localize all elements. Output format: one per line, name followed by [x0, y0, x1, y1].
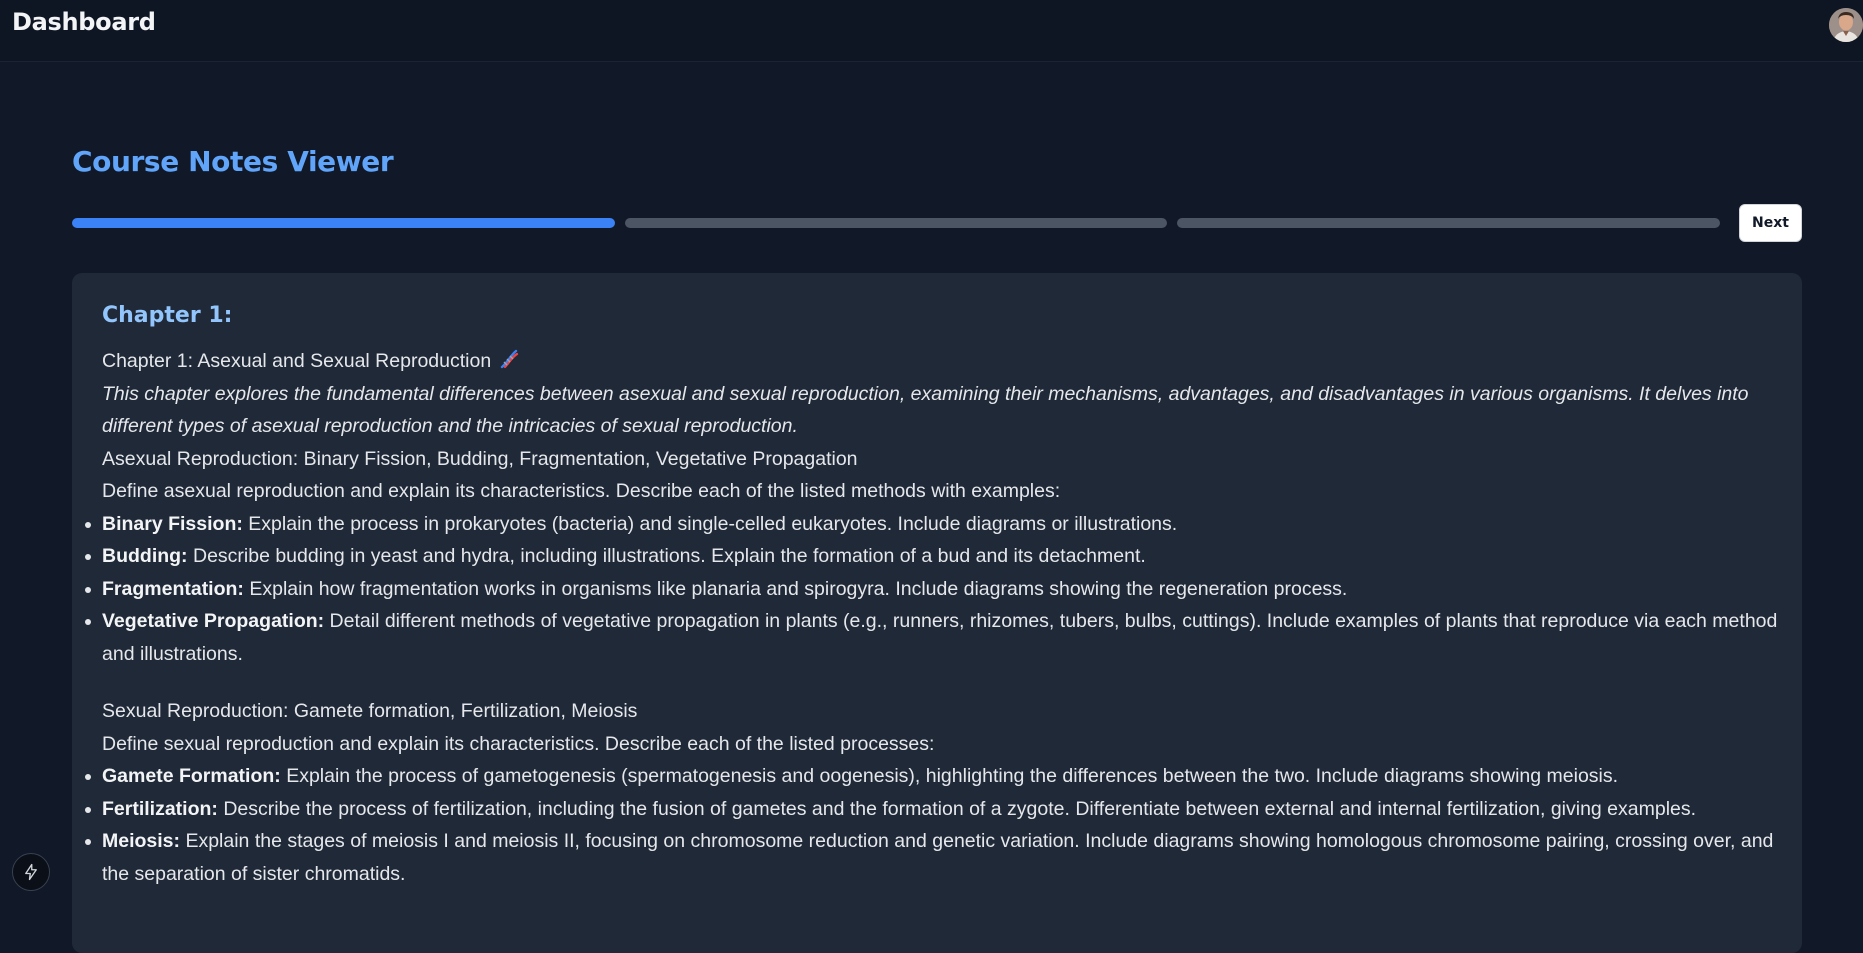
- section-intro: Define asexual reproduction and explain …: [102, 480, 1061, 502]
- item-text: Explain how fragmentation works in organ…: [243, 577, 1348, 600]
- progress-segment-1: [72, 218, 615, 228]
- list-item: Meiosis: Explain the stages of meiosis I…: [85, 825, 1782, 890]
- section-intro: Define sexual reproduction and explain i…: [102, 732, 935, 755]
- list-item: Budding: Describe budding in yeast and h…: [85, 540, 1782, 573]
- item-text: Explain the process of gametogenesis (sp…: [280, 765, 1619, 787]
- avatar-icon: [1829, 8, 1863, 42]
- list-item: Fragmentation: Explain how fragmentation…: [85, 573, 1782, 606]
- item-term: Budding:: [102, 545, 188, 567]
- chapter-title: Chapter 1: Asexual and Sexual Reproducti…: [102, 345, 1782, 378]
- section-list: Binary Fission: Explain the process in p…: [85, 508, 1782, 671]
- progress-segment-2: [624, 218, 1168, 228]
- chapter-heading: Chapter 1:: [102, 303, 233, 328]
- next-button[interactable]: Next: [1739, 204, 1802, 242]
- item-term: Fragmentation:: [102, 577, 244, 600]
- app-title: Dashboard: [12, 8, 156, 36]
- top-bar: Dashboard: [0, 0, 1863, 62]
- list-item: Gamete Formation: Explain the process of…: [85, 760, 1782, 793]
- item-text: Explain the process in prokaryotes (bact…: [242, 512, 1178, 535]
- dna-icon: [500, 349, 519, 369]
- chapter-progress: [72, 218, 1721, 228]
- list-item: Vegetative Propagation: Detail different…: [85, 605, 1782, 670]
- item-term: Vegetative Propagation:: [102, 610, 325, 632]
- quick-action-button[interactable]: [12, 853, 50, 891]
- notes-content: Chapter 1: Chapter 1: Asexual and Sexual…: [85, 303, 1782, 890]
- chapter-summary: This chapter explores the fundamental di…: [102, 382, 1749, 438]
- item-text: Describe budding in yeast and hydra, inc…: [187, 545, 1146, 567]
- item-term: Fertilization:: [102, 797, 218, 820]
- section-title: Sexual Reproduction: Gamete formation, F…: [102, 700, 638, 722]
- section-list: Gamete Formation: Explain the process of…: [85, 760, 1782, 890]
- progress-segment-3: [1177, 218, 1721, 228]
- list-item: Binary Fission: Explain the process in p…: [85, 508, 1782, 541]
- item-term: Gamete Formation:: [102, 765, 281, 787]
- item-text: Describe the process of fertilization, i…: [217, 797, 1697, 820]
- notes-card: Chapter 1: Chapter 1: Asexual and Sexual…: [72, 273, 1802, 953]
- item-term: Binary Fission:: [102, 512, 243, 535]
- list-item: Fertilization: Describe the process of f…: [85, 793, 1782, 826]
- bolt-icon: [25, 863, 37, 881]
- chapter-title-text: Chapter 1: Asexual and Sexual Reproducti…: [102, 350, 492, 372]
- item-text: Explain the stages of meiosis I and meio…: [102, 830, 1774, 885]
- item-term: Meiosis:: [102, 830, 181, 852]
- section-title: Asexual Reproduction: Binary Fission, Bu…: [102, 447, 858, 470]
- page-title: Course Notes Viewer: [72, 145, 394, 178]
- item-text: Detail different methods of vegetative p…: [102, 610, 1778, 665]
- user-avatar[interactable]: [1829, 8, 1863, 42]
